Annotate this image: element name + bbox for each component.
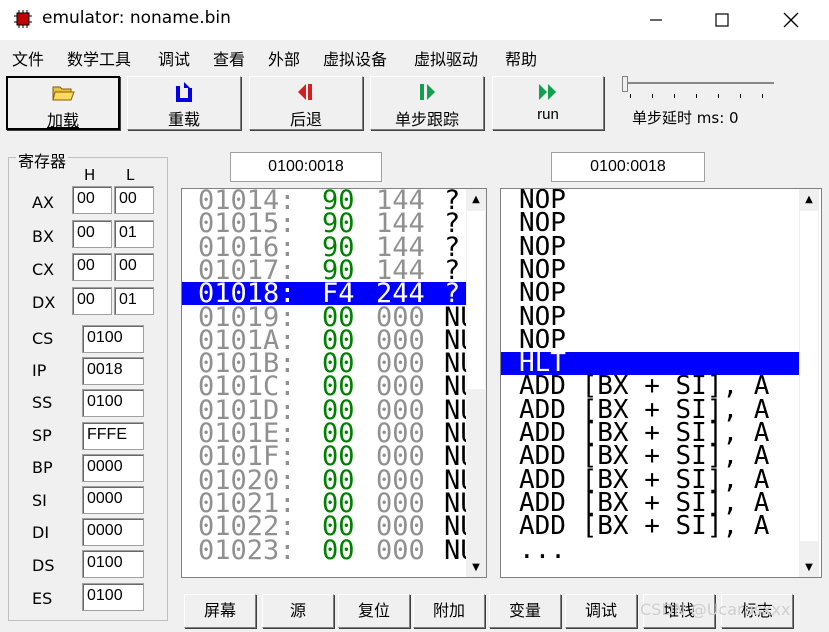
slider-tick	[674, 94, 675, 98]
scroll-up-icon[interactable]: ▲	[799, 189, 819, 209]
screen-button[interactable]: 屏幕	[184, 594, 256, 628]
menu-help[interactable]: 帮助	[505, 46, 537, 70]
run-button[interactable]: run	[492, 76, 604, 130]
register-si[interactable]: 0000	[82, 486, 144, 514]
disassembly-list[interactable]: NOP NOP NOP NOP NOP NOP NOP HLT ADD [BX + SI], A…	[500, 188, 822, 578]
memory-address-input[interactable]: 0100:0018	[230, 152, 382, 182]
register-name-sp: SP	[32, 426, 52, 445]
close-icon	[783, 12, 799, 28]
register-sp[interactable]: FFFE	[82, 422, 144, 450]
scroll-down-icon[interactable]: ▼	[799, 557, 819, 577]
register-cx-low[interactable]: 00	[114, 253, 154, 281]
register-ss[interactable]: 0100	[82, 389, 144, 417]
register-name-cx: CX	[32, 260, 55, 279]
register-name-di: DI	[32, 523, 50, 542]
close-button[interactable]	[762, 0, 820, 40]
low-byte-label: L	[126, 166, 135, 184]
high-byte-label: H	[84, 166, 96, 184]
register-bx-low[interactable]: 01	[114, 220, 154, 248]
minimize-icon	[650, 19, 662, 21]
register-ax-low[interactable]: 00	[114, 186, 154, 214]
aux-button[interactable]: 附加	[413, 594, 485, 628]
disassembly-scrollbar[interactable]: ▲ ▼	[799, 189, 819, 577]
reload-button[interactable]: 重载	[127, 76, 241, 130]
reset-button[interactable]: 复位	[338, 594, 410, 628]
menu-math-tools[interactable]: 数学工具	[67, 46, 131, 70]
memory-address: 01023:	[198, 534, 296, 566]
menu-debug[interactable]: 调试	[158, 46, 190, 70]
register-cs[interactable]: 0100	[82, 325, 144, 353]
register-dx-high[interactable]: 00	[72, 287, 112, 315]
register-ax-high[interactable]: 00	[72, 186, 112, 214]
load-label: 加载	[46, 111, 79, 130]
register-es[interactable]: 0100	[82, 583, 144, 611]
register-name-cs: CS	[32, 329, 54, 348]
memory-dec-value: 000	[376, 534, 425, 566]
slider-thumb[interactable]	[622, 76, 628, 92]
slider-tick	[740, 94, 741, 98]
chip-icon	[14, 10, 32, 28]
register-ds[interactable]: 0100	[82, 550, 144, 578]
register-name-bx: BX	[32, 227, 54, 246]
source-button[interactable]: 源	[262, 594, 334, 628]
register-bx-high[interactable]: 00	[72, 220, 112, 248]
debug-button[interactable]: 调试	[565, 594, 637, 628]
step-back-icon	[250, 80, 362, 104]
run-icon	[493, 80, 603, 104]
register-ip[interactable]: 0018	[82, 357, 144, 385]
registers-title: 寄存器	[16, 148, 69, 172]
maximize-icon	[715, 13, 729, 27]
run-label: run	[537, 106, 559, 123]
register-name-ds: DS	[32, 556, 55, 575]
slider-tick	[718, 94, 719, 98]
slider-tick	[696, 94, 697, 98]
register-name-ip: IP	[32, 361, 47, 380]
back-label: 后退	[289, 110, 322, 129]
reload-label: 重载	[167, 110, 200, 129]
maximize-button[interactable]	[693, 0, 751, 40]
load-button[interactable]: 加载	[6, 76, 120, 130]
menu-virtual-drives[interactable]: 虚拟驱动	[414, 46, 478, 70]
menu-virtual-devices[interactable]: 虚拟设备	[323, 46, 387, 70]
disassembly-address-input[interactable]: 0100:0018	[551, 152, 705, 182]
step-back-button[interactable]: 后退	[249, 76, 363, 130]
step-delay-slider[interactable]	[624, 82, 774, 84]
menu-view[interactable]: 查看	[213, 46, 245, 70]
menu-external[interactable]: 外部	[268, 46, 300, 70]
step-delay-label: 单步延时 ms: 0	[632, 109, 739, 127]
register-name-bp: BP	[32, 458, 53, 477]
register-dx-low[interactable]: 01	[114, 287, 154, 315]
watermark: CSDN @Ucarusxxx	[640, 600, 791, 619]
register-name-dx: DX	[32, 293, 56, 312]
register-name-ax: AX	[32, 193, 54, 212]
register-di[interactable]: 0000	[82, 518, 144, 546]
step-icon	[371, 80, 483, 104]
vars-button[interactable]: 变量	[489, 594, 561, 628]
menu-file[interactable]: 文件	[12, 46, 44, 70]
minimize-button[interactable]	[627, 0, 685, 40]
register-bp[interactable]: 0000	[82, 454, 144, 482]
register-cx-high[interactable]: 00	[72, 253, 112, 281]
slider-tick	[762, 94, 763, 98]
disassembly-row[interactable]: ...	[501, 536, 799, 562]
register-name-es: ES	[32, 589, 53, 608]
single-step-button[interactable]: 单步跟踪	[370, 76, 484, 130]
register-name-ss: SS	[32, 393, 53, 412]
slider-tick	[652, 94, 653, 98]
step-label: 单步跟踪	[394, 110, 459, 129]
reload-icon	[128, 80, 240, 104]
memory-list[interactable]: 01014: 90 144? 01015: 90 144? 01016: 90 144? 0101…	[181, 188, 487, 578]
window-title: emulator: noname.bin	[42, 8, 231, 28]
memory-hex-value: 00	[322, 534, 355, 566]
scroll-up-icon[interactable]: ▲	[466, 189, 486, 209]
scroll-thumb[interactable]	[800, 211, 818, 541]
memory-scrollbar[interactable]: ▲ ▼	[466, 189, 486, 577]
slider-tick	[630, 94, 631, 98]
register-name-si: SI	[32, 491, 47, 510]
scroll-thumb[interactable]	[467, 211, 485, 389]
memory-row[interactable]: 01023: 00 000 NU	[182, 534, 477, 566]
scroll-down-icon[interactable]: ▼	[466, 557, 486, 577]
open-folder-icon	[8, 81, 118, 105]
